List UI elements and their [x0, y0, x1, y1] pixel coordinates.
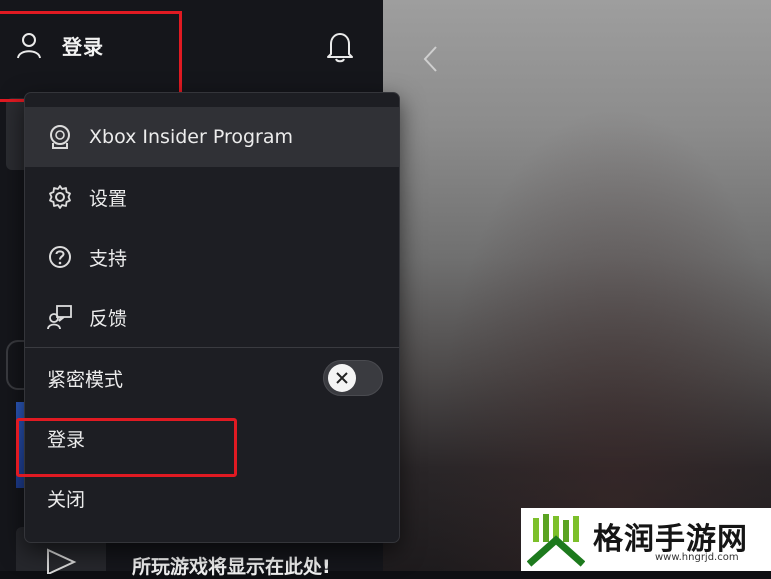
- menu-item-close[interactable]: 关闭: [25, 468, 399, 528]
- watermark-url: www.hngrjd.com: [655, 552, 739, 563]
- highlight-box: [0, 11, 182, 102]
- compact-mode-toggle[interactable]: [323, 360, 383, 396]
- xbox-insider-icon: [50, 125, 70, 149]
- gear-icon: [49, 185, 71, 209]
- recent-games-text: 所玩游戏将显示在此处!: [132, 556, 331, 578]
- menu-item-label: 支持: [89, 247, 128, 270]
- feedback-icon: [47, 305, 72, 330]
- watermark: 格润手游网 www.hngrjd.com: [521, 508, 771, 571]
- highlight-box: [16, 418, 237, 477]
- site-logo-icon: [527, 514, 585, 567]
- menu-item-label: 设置: [89, 187, 128, 210]
- play-icon: [47, 548, 77, 574]
- question-icon: [49, 246, 71, 268]
- menu-item-label: Xbox Insider Program: [89, 126, 293, 148]
- menu-item-label: 反馈: [89, 307, 128, 330]
- chevron-left-icon[interactable]: [420, 44, 442, 74]
- bell-icon[interactable]: [325, 30, 355, 64]
- toggle-knob: [328, 364, 356, 392]
- menu-item-settings[interactable]: 设置: [25, 167, 399, 227]
- compact-mode-label: 紧密模式: [47, 368, 124, 391]
- hero-banner: [383, 0, 771, 571]
- close-icon: [336, 372, 348, 384]
- menu-item-support[interactable]: 支持: [25, 227, 399, 287]
- menu-item-label: 关闭: [47, 488, 86, 511]
- menu-item-feedback[interactable]: 反馈: [25, 287, 399, 347]
- menu-item-xbox-insider[interactable]: Xbox Insider Program: [25, 107, 399, 167]
